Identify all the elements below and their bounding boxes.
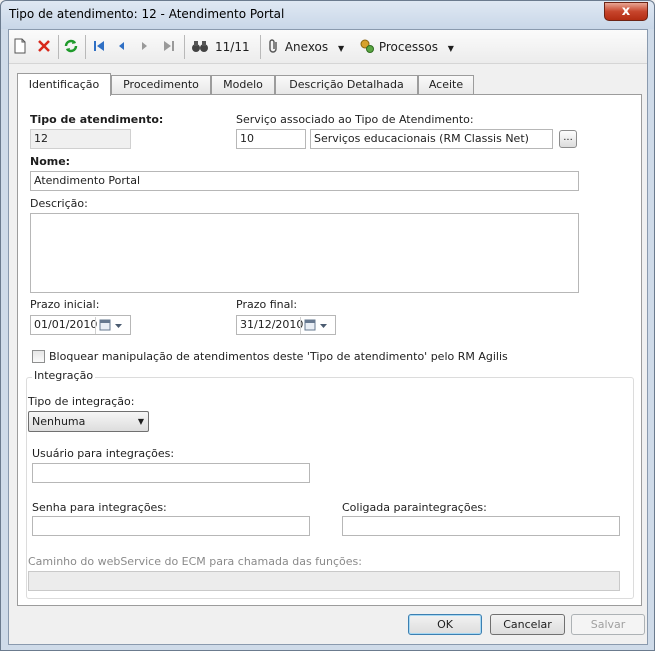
toolbar-separator [85, 35, 86, 59]
refresh-button[interactable] [63, 38, 79, 56]
servico-code-field[interactable]: 10 [236, 129, 306, 149]
prazo-inicial-value: 01/01/2010 [34, 318, 98, 331]
new-document-icon [14, 38, 26, 54]
close-button[interactable]: x [604, 2, 648, 21]
paperclip-icon [269, 39, 277, 53]
toolbar-separator [260, 35, 261, 59]
prazo-inicial-calendar-button[interactable] [95, 317, 129, 334]
bloquear-label[interactable]: Bloquear manipulação de atendimentos des… [49, 350, 508, 363]
client-area: 11/11 Anexos ▼ Processos ▼ Identificação… [8, 29, 648, 645]
chevron-down-icon: ▼ [447, 44, 454, 53]
calendar-icon [99, 319, 122, 331]
processes-menu[interactable]: Processos ▼ [359, 38, 454, 56]
calendar-icon [304, 319, 327, 331]
search-button[interactable] [191, 38, 209, 56]
bloquear-checkbox[interactable] [32, 350, 45, 363]
binoculars-icon [192, 41, 208, 52]
attachments-label: Anexos [284, 40, 329, 54]
tab-aceite[interactable]: Aceite [418, 75, 474, 95]
processes-label: Processos [378, 40, 438, 54]
tipo-integracao-label: Tipo de integração: [28, 395, 135, 408]
prazo-final-label: Prazo final: [236, 298, 298, 311]
delete-record-button[interactable] [36, 38, 52, 56]
dialog-window: Tipo de atendimento: 12 - Atendimento Po… [0, 0, 655, 651]
servico-name-field[interactable]: Serviços educacionais (RM Classis Net) [310, 129, 553, 149]
prazo-final-field[interactable]: 31/12/2010 [236, 315, 336, 335]
senha-integracoes-field[interactable] [32, 516, 310, 536]
caminho-webservice-label: Caminho do webService do ECM para chamad… [28, 555, 362, 568]
toolbar: 11/11 Anexos ▼ Processos ▼ [9, 30, 647, 64]
tipo-integracao-select[interactable]: Nenhuma ▼ [28, 411, 149, 432]
tab-procedimento[interactable]: Procedimento [111, 75, 211, 95]
coligada-integracoes-label: Coligada paraintegrações: [342, 501, 487, 514]
first-record-icon [94, 41, 104, 51]
descricao-label: Descrição: [30, 197, 88, 210]
gears-icon [360, 39, 374, 53]
prazo-inicial-field[interactable]: 01/01/2010 [30, 315, 131, 335]
attachments-menu[interactable]: Anexos ▼ [267, 38, 344, 56]
tab-modelo[interactable]: Modelo [211, 75, 275, 95]
prazo-inicial-label: Prazo inicial: [30, 298, 100, 311]
tab-identificacao[interactable]: Identificação [17, 73, 111, 96]
title-bar: Tipo de atendimento: 12 - Atendimento Po… [1, 1, 654, 29]
servico-label: Serviço associado ao Tipo de Atendimento… [236, 113, 474, 126]
next-record-button[interactable] [139, 38, 151, 56]
first-record-button[interactable] [92, 38, 106, 56]
save-button: Salvar [571, 614, 645, 635]
caminho-webservice-field [28, 571, 620, 591]
descricao-textarea[interactable] [30, 213, 579, 293]
refresh-icon [64, 39, 78, 53]
usuario-integracoes-field[interactable] [32, 463, 310, 483]
tab-descricao-detalhada[interactable]: Descrição Detalhada [275, 75, 418, 95]
senha-integracoes-label: Senha para integrações: [32, 501, 167, 514]
nome-field[interactable]: Atendimento Portal [30, 171, 579, 191]
next-record-icon [142, 42, 147, 50]
nome-label: Nome: [30, 155, 71, 168]
ok-button[interactable]: OK [408, 614, 482, 635]
usuario-integracoes-label: Usuário para integrações: [32, 447, 175, 460]
chevron-down-icon: ▼ [137, 417, 144, 426]
identificacao-panel: Tipo de atendimento: 12 Serviço associad… [17, 94, 642, 606]
last-record-icon [164, 41, 174, 51]
previous-record-icon [119, 42, 124, 50]
tipo-atendimento-field: 12 [30, 129, 131, 149]
last-record-button[interactable] [162, 38, 176, 56]
toolbar-separator [58, 35, 59, 59]
close-icon: x [621, 4, 631, 19]
window-title: Tipo de atendimento: 12 - Atendimento Po… [9, 7, 285, 21]
delete-x-icon [38, 40, 50, 52]
tipo-atendimento-label: Tipo de atendimento: [30, 113, 164, 126]
tipo-integracao-value: Nenhuma [32, 415, 86, 428]
previous-record-button[interactable] [115, 38, 127, 56]
record-position: 11/11 [215, 40, 250, 54]
prazo-final-calendar-button[interactable] [300, 317, 334, 334]
servico-lookup-button[interactable]: ... [559, 130, 577, 148]
prazo-final-value: 31/12/2010 [240, 318, 304, 331]
new-record-button[interactable] [13, 38, 27, 56]
integracao-group-title: Integração [32, 369, 96, 382]
cancel-button[interactable]: Cancelar [490, 614, 565, 635]
chevron-down-icon: ▼ [337, 44, 345, 53]
coligada-integracoes-field[interactable] [342, 516, 620, 536]
toolbar-separator [184, 35, 185, 59]
